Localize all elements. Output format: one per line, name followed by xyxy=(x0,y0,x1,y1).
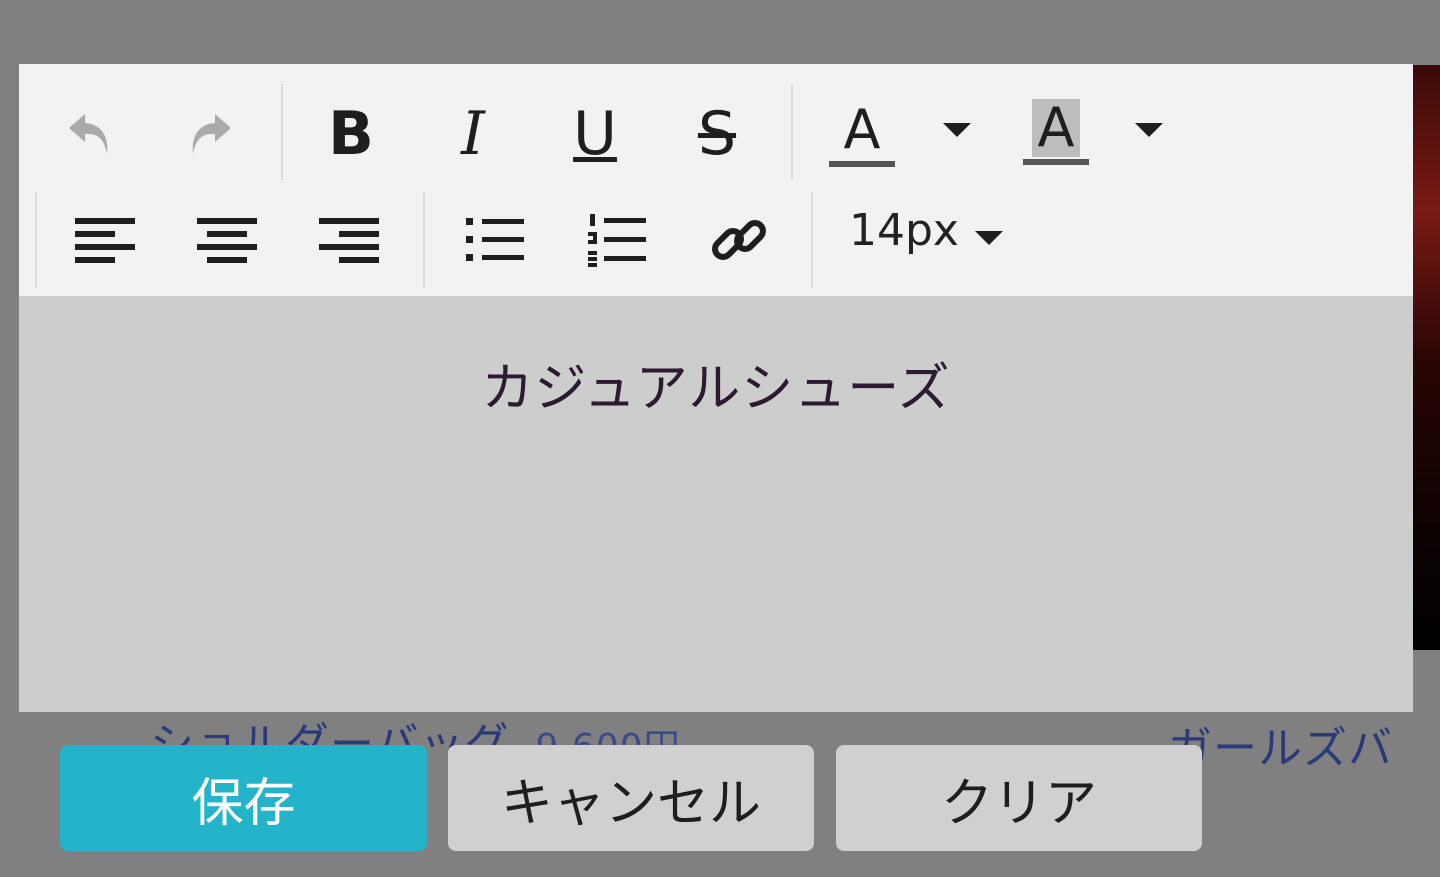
numbered-list-icon xyxy=(588,213,646,267)
align-center-button[interactable] xyxy=(195,210,259,270)
redo-icon xyxy=(185,108,237,160)
background-product-photo xyxy=(1413,65,1440,650)
background-product-name: ショルダーバッグ xyxy=(150,719,510,748)
italic-button[interactable]: I xyxy=(441,102,505,166)
bullet-list-button[interactable] xyxy=(463,210,527,270)
bold-button[interactable]: B xyxy=(319,102,383,166)
align-left-button[interactable] xyxy=(73,210,137,270)
chevron-down-icon xyxy=(943,123,971,137)
highlight-color-dropdown[interactable] xyxy=(1131,118,1167,142)
background-product-link-left[interactable]: ショルダーバッグ 9,600円 xyxy=(150,708,681,748)
text-color-dropdown[interactable] xyxy=(939,118,975,142)
link-button[interactable] xyxy=(707,208,771,272)
align-right-button[interactable] xyxy=(317,210,381,270)
redo-button[interactable] xyxy=(181,104,241,164)
highlight-color-button[interactable]: A xyxy=(1021,92,1091,172)
text-color-button[interactable]: A xyxy=(827,98,897,172)
link-icon xyxy=(709,210,769,270)
toolbar-separator xyxy=(281,84,283,180)
underline-icon: U xyxy=(573,99,617,169)
numbered-list-button[interactable] xyxy=(585,210,649,270)
align-right-icon xyxy=(319,214,379,266)
font-size-value: 14px xyxy=(849,204,959,256)
clear-button[interactable]: クリア xyxy=(836,745,1202,851)
highlight-icon: A xyxy=(1031,99,1081,157)
toolbar-separator xyxy=(423,192,425,288)
strikethrough-icon: S xyxy=(697,99,737,169)
italic-icon: I xyxy=(461,99,485,169)
font-size-select[interactable]: 14px xyxy=(849,200,1019,260)
text-color-swatch xyxy=(829,161,895,167)
toolbar-separator xyxy=(811,192,813,288)
save-button[interactable]: 保存 xyxy=(60,745,427,851)
bullet-list-icon xyxy=(466,214,524,266)
align-left-icon xyxy=(75,214,135,266)
chevron-down-icon xyxy=(974,231,1003,245)
editor-content-text: カジュアルシューズ xyxy=(481,359,951,419)
align-center-icon xyxy=(197,214,257,266)
underline-button[interactable]: U xyxy=(563,102,627,166)
editor-content-area[interactable]: カジュアルシューズ xyxy=(19,296,1413,712)
strikethrough-button[interactable]: S xyxy=(685,102,749,166)
rich-text-editor: B I U S A A 14px カジュアルシューズ xyxy=(19,64,1413,712)
cancel-button[interactable]: キャンセル xyxy=(448,745,814,851)
toolbar-separator xyxy=(791,84,793,180)
undo-icon xyxy=(63,108,115,160)
chevron-down-icon xyxy=(1135,123,1163,137)
editor-toolbar: B I U S A A 14px xyxy=(19,64,1413,296)
bold-icon: B xyxy=(328,99,374,169)
highlight-color-swatch xyxy=(1023,159,1089,165)
text-color-icon: A xyxy=(843,98,881,161)
undo-button[interactable] xyxy=(59,104,119,164)
toolbar-separator xyxy=(35,192,37,288)
